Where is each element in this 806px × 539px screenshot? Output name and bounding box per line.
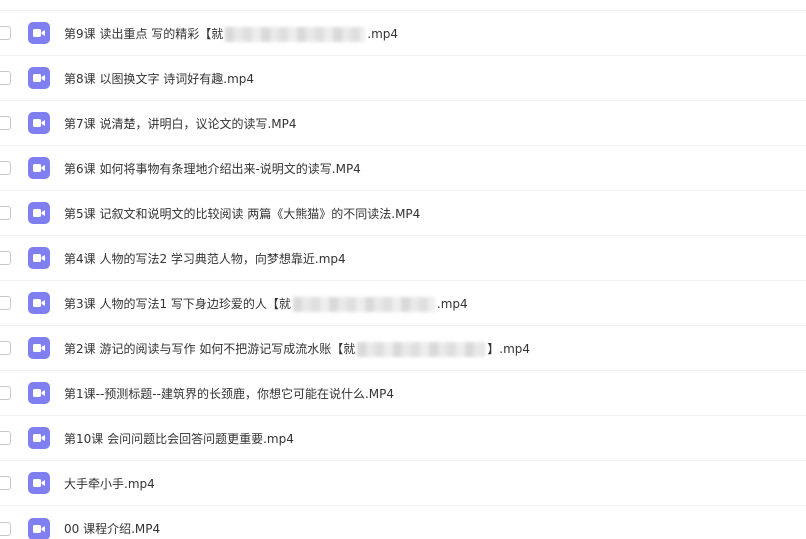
file-row[interactable]: 第7课 说清楚，讲明白，议论文的读写.MP4 xyxy=(0,101,806,146)
file-name[interactable]: 第4课 人物的写法2 学习典范人物，向梦想靠近.mp4 xyxy=(64,250,346,267)
file-name[interactable]: 第7课 说清楚，讲明白，议论文的读写.MP4 xyxy=(64,115,297,132)
redacted-text xyxy=(225,26,366,42)
video-file-icon xyxy=(28,382,50,404)
file-row[interactable]: 第3课 人物的写法1 写下身边珍爱的人【就 .mp4 xyxy=(0,281,806,326)
file-row[interactable]: 大手牵小手.mp4 xyxy=(0,461,806,506)
row-checkbox[interactable] xyxy=(0,26,11,40)
row-checkbox[interactable] xyxy=(0,116,11,130)
file-name[interactable]: 第10课 会问问题比会回答问题更重要.mp4 xyxy=(64,430,294,447)
file-row[interactable]: 第5课 记叙文和说明文的比较阅读 两篇《大熊猫》的不同读法.MP4 xyxy=(0,191,806,236)
row-checkbox[interactable] xyxy=(0,386,11,400)
video-file-icon xyxy=(28,517,50,539)
file-name[interactable]: 第3课 人物的写法1 写下身边珍爱的人【就 .mp4 xyxy=(64,295,468,312)
row-checkbox[interactable] xyxy=(0,521,11,536)
file-name[interactable]: 第5课 记叙文和说明文的比较阅读 两篇《大熊猫》的不同读法.MP4 xyxy=(64,205,420,222)
video-file-icon xyxy=(28,112,50,134)
video-file-icon xyxy=(28,247,50,269)
video-file-icon xyxy=(28,202,50,224)
row-checkbox[interactable] xyxy=(0,296,11,310)
file-name[interactable]: 第9课 读出重点 写的精彩【就 .mp4 xyxy=(64,25,398,42)
file-row[interactable]: 第10课 会问问题比会回答问题更重要.mp4 xyxy=(0,416,806,461)
file-name[interactable]: 第2课 游记的阅读与写作 如何不把游记写成流水账【就 】.mp4 xyxy=(64,340,530,357)
redacted-text xyxy=(292,296,435,312)
file-row[interactable]: 00 课程介绍.MP4 xyxy=(0,506,806,539)
file-name[interactable]: 00 课程介绍.MP4 xyxy=(64,520,160,537)
file-name[interactable]: 第1课--预测标题--建筑界的长颈鹿，你想它可能在说什么.MP4 xyxy=(64,385,394,402)
row-checkbox[interactable] xyxy=(0,251,11,265)
video-file-icon xyxy=(28,472,50,494)
file-row[interactable]: 第1课--预测标题--建筑界的长颈鹿，你想它可能在说什么.MP4 xyxy=(0,371,806,416)
row-checkbox[interactable] xyxy=(0,476,11,490)
file-row[interactable]: 第2课 游记的阅读与写作 如何不把游记写成流水账【就 】.mp4 xyxy=(0,326,806,371)
file-list: 第9课 读出重点 写的精彩【就 .mp4 第8课 以图换文字 诗词好有趣.mp4 … xyxy=(0,0,806,539)
video-file-icon xyxy=(28,292,50,314)
row-checkbox[interactable] xyxy=(0,71,11,85)
video-file-icon xyxy=(28,427,50,449)
video-file-icon xyxy=(28,337,50,359)
row-checkbox[interactable] xyxy=(0,431,11,445)
video-file-icon xyxy=(28,67,50,89)
video-file-icon xyxy=(28,157,50,179)
file-name[interactable]: 大手牵小手.mp4 xyxy=(64,475,155,492)
file-row[interactable]: 第6课 如何将事物有条理地介绍出来-说明文的读写.MP4 xyxy=(0,146,806,191)
file-row[interactable]: 第4课 人物的写法2 学习典范人物，向梦想靠近.mp4 xyxy=(0,236,806,281)
video-file-icon xyxy=(28,22,50,44)
file-row[interactable]: 第9课 读出重点 写的精彩【就 .mp4 xyxy=(0,11,806,56)
row-checkbox[interactable] xyxy=(0,206,11,220)
row-checkbox[interactable] xyxy=(0,161,11,175)
file-name[interactable]: 第8课 以图换文字 诗词好有趣.mp4 xyxy=(64,70,254,87)
redacted-text xyxy=(357,341,486,357)
row-checkbox[interactable] xyxy=(0,341,11,355)
file-name[interactable]: 第6课 如何将事物有条理地介绍出来-说明文的读写.MP4 xyxy=(64,160,361,177)
file-row[interactable]: 第8课 以图换文字 诗词好有趣.mp4 xyxy=(0,56,806,101)
